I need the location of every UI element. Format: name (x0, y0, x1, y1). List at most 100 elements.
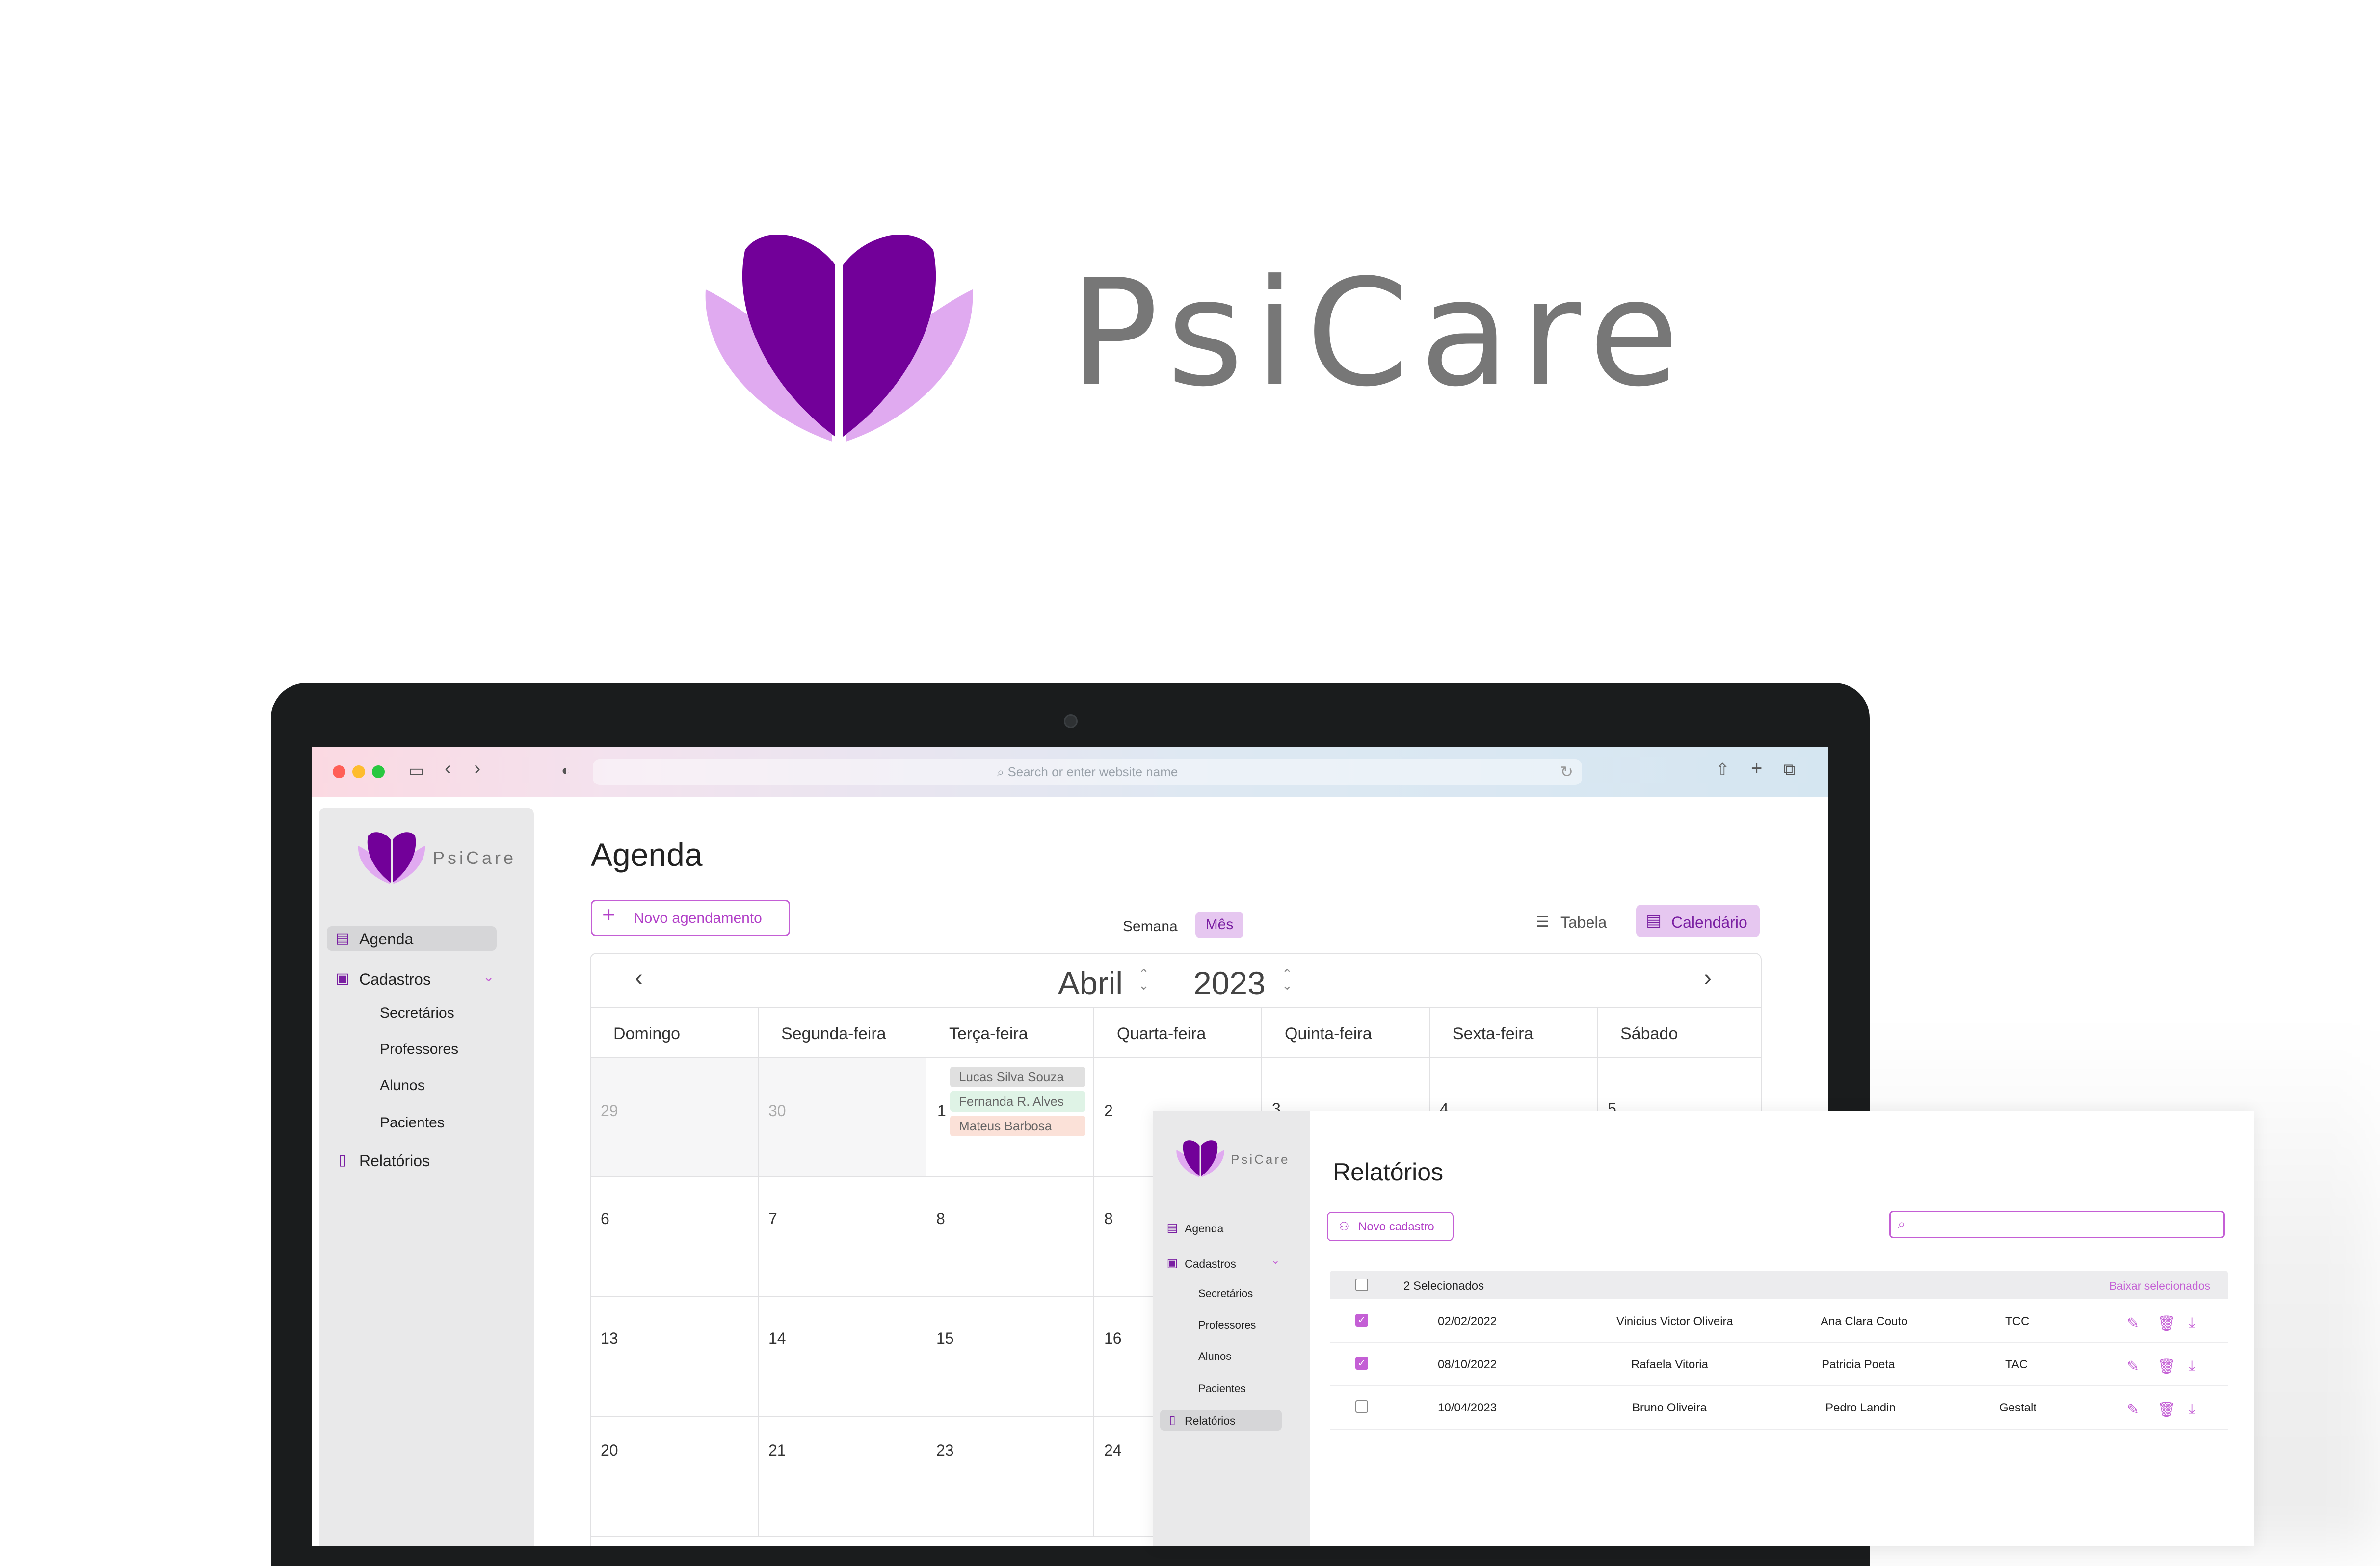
next-month-icon[interactable]: › (1704, 965, 1712, 992)
year-stepper-icon[interactable]: ⌃ ⌄ (1282, 967, 1293, 992)
subnav-item-professores[interactable]: Professores (1198, 1319, 1256, 1331)
nav-item-relatorios[interactable]: ▯ Relatórios (327, 1148, 497, 1173)
subnav-item-pacientes[interactable]: Pacientes (380, 1115, 445, 1131)
search-input[interactable]: ⌕ (1889, 1211, 2225, 1238)
new-tab-icon[interactable]: + (1751, 758, 1762, 778)
sidebar-logo (1176, 1140, 1224, 1177)
day-number: 2 (1104, 1102, 1113, 1120)
nav-item-cadastros[interactable]: ▣ Cadastros ⌄ (1160, 1253, 1282, 1274)
browser-toolbar: ▭ ‹ › ◐ ⌕ Search or enter website name ↻… (312, 747, 1828, 797)
sidebar-toggle-icon[interactable]: ▭ (408, 762, 424, 779)
edit-icon[interactable]: ✎ (2127, 1358, 2139, 1375)
share-icon[interactable]: ⇧ (1716, 761, 1730, 778)
calendar-icon: ▤ (1166, 1221, 1178, 1234)
close-window-button[interactable] (333, 765, 345, 778)
download-icon[interactable]: ⤓ (2189, 1315, 2195, 1331)
subnav-item-secretarios[interactable]: Secretários (380, 1005, 454, 1021)
nav-item-relatorios[interactable]: ▯ Relatórios (1160, 1410, 1282, 1431)
calendar-event[interactable]: Lucas Silva Souza (950, 1067, 1085, 1087)
row-type: TAC (2005, 1358, 2028, 1371)
calendar-event[interactable]: Mateus Barbosa (950, 1116, 1085, 1136)
calendar-day[interactable]: 30 (759, 1058, 926, 1177)
calendar-day[interactable]: 20 (591, 1417, 759, 1537)
new-appointment-button[interactable]: + Novo agendamento (591, 900, 790, 936)
row-checkbox[interactable]: ✓ (1355, 1357, 1368, 1370)
table-row[interactable]: ✓ 02/02/2022 Vinicius Victor Oliveira An… (1330, 1300, 2228, 1343)
row-type: TCC (2005, 1315, 2030, 1328)
address-placeholder: Search or enter website name (1007, 764, 1178, 779)
contacts-icon: ▣ (1166, 1256, 1178, 1270)
minimize-window-button[interactable] (352, 765, 365, 778)
maximize-window-button[interactable] (372, 765, 385, 778)
table-mode-button[interactable]: Tabela (1560, 914, 1607, 932)
weekday-header: Quarta-feira (1094, 1007, 1262, 1058)
calendar-day[interactable]: 21 (759, 1417, 926, 1537)
forward-icon[interactable]: › (474, 758, 480, 778)
row-checkbox[interactable]: ✓ (1355, 1314, 1368, 1327)
prev-month-icon[interactable]: ‹ (635, 965, 643, 992)
select-all-checkbox[interactable] (1355, 1279, 1368, 1291)
trash-icon[interactable]: 🗑 (2157, 1315, 2176, 1332)
calendar-day[interactable]: 7 (759, 1177, 926, 1297)
calendar-mode-button[interactable]: ▤ Calendário (1636, 905, 1760, 937)
reload-icon[interactable]: ↻ (1560, 762, 1573, 781)
year-label[interactable]: 2023 (1193, 965, 1266, 1002)
trash-icon[interactable]: 🗑 (2157, 1358, 2176, 1375)
nav-item-agenda[interactable]: ▤ Agenda (1160, 1218, 1282, 1238)
view-month-toggle[interactable]: Mês (1195, 912, 1243, 938)
day-number: 24 (1104, 1441, 1122, 1459)
calendar-icon: ▤ (335, 930, 350, 946)
search-icon: ⌕ (1898, 1216, 1905, 1231)
calendar-event[interactable]: Fernanda R. Alves (950, 1091, 1085, 1112)
subnav-item-pacientes[interactable]: Pacientes (1198, 1383, 1246, 1395)
row-checkbox[interactable] (1355, 1400, 1368, 1413)
subnav-item-alunos[interactable]: Alunos (380, 1077, 425, 1094)
reports-sidebar: PsiCare ▤ Agenda ▣ Cadastros ⌄ Secretári… (1153, 1111, 1310, 1546)
shield-icon[interactable]: ◐ (561, 763, 570, 778)
edit-icon[interactable]: ✎ (2127, 1401, 2139, 1418)
weekday-header: Segunda-feira (759, 1007, 926, 1058)
table-row[interactable]: ✓ 08/10/2022 Rafaela Vitoria Patricia Po… (1330, 1343, 2228, 1386)
weekday-header: Domingo (591, 1007, 759, 1058)
address-bar[interactable]: ⌕ Search or enter website name ↻ (593, 759, 1582, 785)
month-stepper-icon[interactable]: ⌃ ⌄ (1138, 967, 1149, 992)
button-label: Novo agendamento (634, 910, 762, 926)
calendar-day[interactable]: 14 (759, 1297, 926, 1417)
chevron-down-icon[interactable]: ⌄ (483, 968, 494, 985)
nav-item-agenda[interactable]: ▤ Agenda (327, 926, 497, 951)
calendar-day[interactable]: 1 Lucas Silva Souza Fernanda R. Alves Ma… (926, 1058, 1094, 1177)
sidebar-brand-name: PsiCare (433, 848, 517, 868)
day-number: 14 (768, 1330, 786, 1347)
calendar-day[interactable]: 13 (591, 1297, 759, 1417)
tabs-overview-icon[interactable]: ⧉ (1783, 761, 1795, 778)
subnav-item-secretarios[interactable]: Secretários (1198, 1287, 1253, 1300)
subnav-item-alunos[interactable]: Alunos (1198, 1350, 1231, 1363)
chevron-down-icon[interactable]: ⌄ (1271, 1254, 1280, 1267)
day-number: 6 (601, 1210, 609, 1227)
new-registration-button[interactable]: ⚇ Novo cadastro (1327, 1212, 1454, 1241)
nav-label: Agenda (1185, 1222, 1224, 1235)
subnav-item-professores[interactable]: Professores (380, 1041, 458, 1058)
nav-item-cadastros[interactable]: ▣ Cadastros ⌄ (327, 966, 497, 991)
download-icon[interactable]: ⤓ (2189, 1358, 2195, 1375)
table-row[interactable]: 10/04/2023 Bruno Oliveira Pedro Landin G… (1330, 1386, 2228, 1430)
month-label[interactable]: Abril (1058, 965, 1123, 1002)
calendar-day[interactable]: 6 (591, 1177, 759, 1297)
view-week-toggle[interactable]: Semana (1123, 918, 1178, 935)
calendar-icon: ▤ (1646, 911, 1662, 930)
download-icon[interactable]: ⤓ (2189, 1401, 2195, 1418)
selected-count: 2 Selecionados (1403, 1279, 1484, 1293)
download-selected-link[interactable]: Baixar selecionados (2109, 1279, 2210, 1293)
day-number: 23 (936, 1441, 954, 1459)
edit-icon[interactable]: ✎ (2127, 1315, 2139, 1332)
calendar-day[interactable]: 29 (591, 1058, 759, 1177)
back-icon[interactable]: ‹ (445, 758, 451, 778)
calendar-day[interactable]: 15 (926, 1297, 1094, 1417)
row-professional: Ana Clara Couto (1821, 1315, 1908, 1328)
trash-icon[interactable]: 🗑 (2157, 1401, 2176, 1418)
calendar-day[interactable]: 23 (926, 1417, 1094, 1537)
day-number: 1 (937, 1102, 946, 1120)
calendar-day[interactable]: 8 (926, 1177, 1094, 1297)
row-type: Gestalt (1999, 1401, 2037, 1414)
weekday-header: Quinta-feira (1262, 1007, 1430, 1058)
